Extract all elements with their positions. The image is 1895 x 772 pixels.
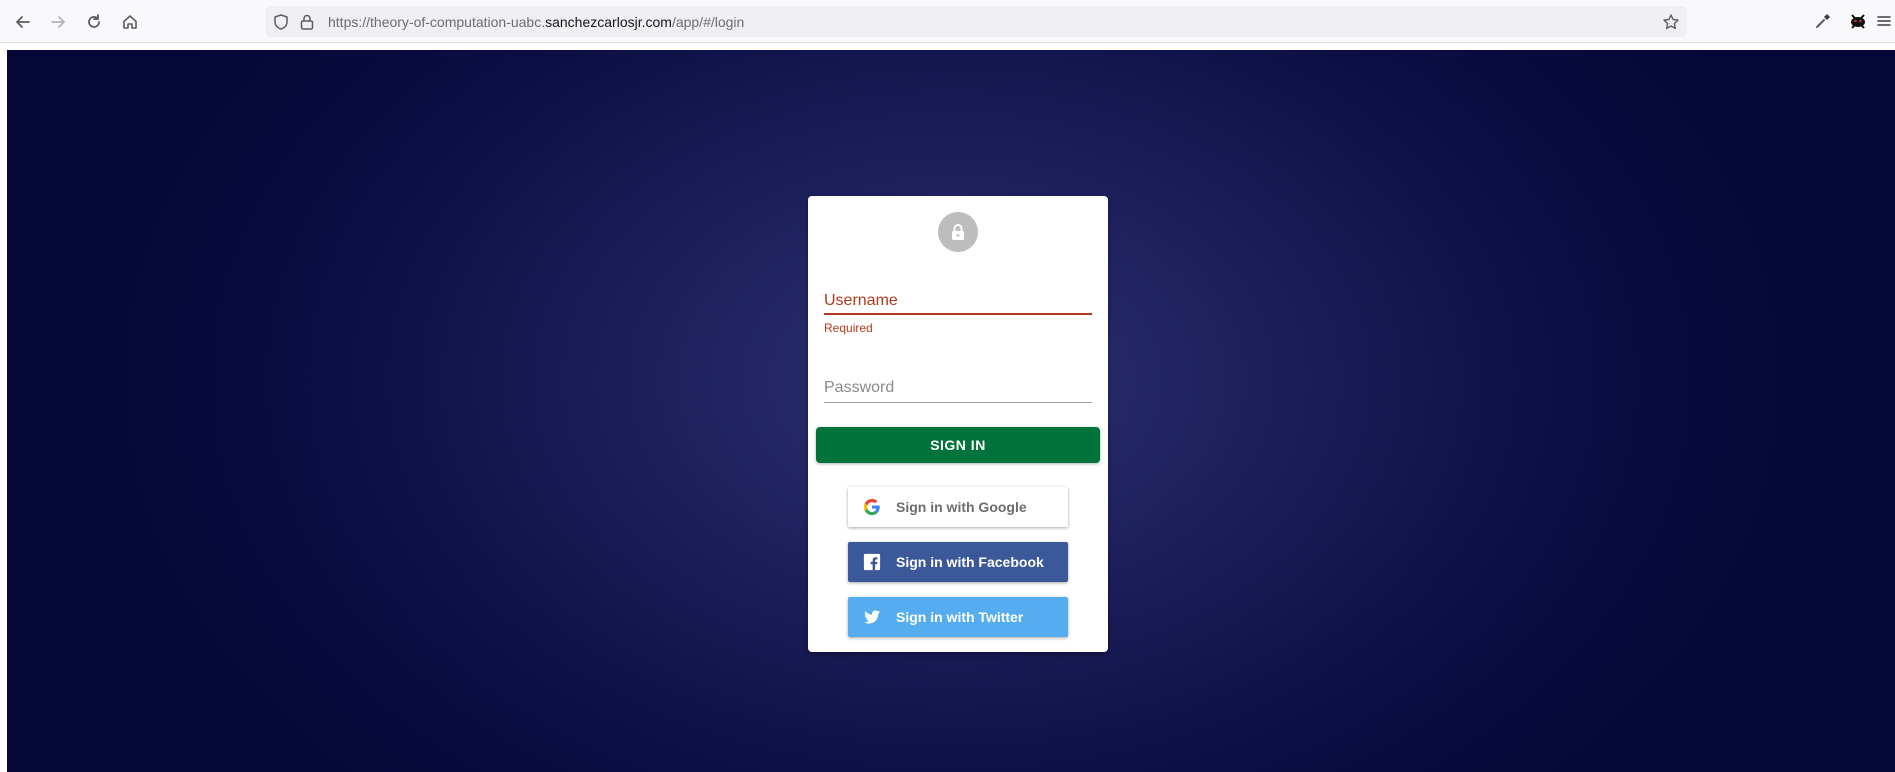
facebook-sign-in-label: Sign in with Facebook xyxy=(896,554,1044,570)
facebook-sign-in-button[interactable]: Sign in with Facebook xyxy=(848,542,1068,582)
lock-icon xyxy=(938,212,978,252)
sign-in-button[interactable]: SIGN IN xyxy=(816,427,1100,463)
url-text[interactable]: https://theory-of-computation-uabc.sanch… xyxy=(328,14,744,30)
forward-arrow-icon[interactable] xyxy=(45,9,71,35)
login-card: Username Required Password SIGN IN Sign … xyxy=(808,196,1108,652)
login-page-background: Username Required Password SIGN IN Sign … xyxy=(7,50,1895,772)
reload-icon[interactable] xyxy=(81,9,107,35)
twitter-sign-in-button[interactable]: Sign in with Twitter xyxy=(848,597,1068,637)
google-sign-in-label: Sign in with Google xyxy=(896,499,1027,515)
menu-icon[interactable] xyxy=(1876,10,1892,32)
extension-icon[interactable] xyxy=(1847,10,1869,32)
star-icon[interactable] xyxy=(1662,13,1680,31)
lock-icon[interactable] xyxy=(298,13,316,31)
back-arrow-icon[interactable] xyxy=(10,9,36,35)
twitter-sign-in-label: Sign in with Twitter xyxy=(896,609,1024,625)
password-underline xyxy=(824,402,1092,403)
google-icon xyxy=(862,497,882,517)
eyedropper-icon[interactable] xyxy=(1812,10,1834,32)
username-input[interactable] xyxy=(824,284,1092,314)
facebook-icon xyxy=(862,552,882,572)
username-error-text: Required xyxy=(824,321,873,335)
password-input[interactable] xyxy=(824,372,1092,402)
url-bar[interactable]: https://theory-of-computation-uabc.sanch… xyxy=(266,6,1687,37)
twitter-icon xyxy=(862,607,882,627)
username-underline xyxy=(824,313,1092,315)
browser-toolbar: https://theory-of-computation-uabc.sanch… xyxy=(0,0,1895,43)
google-sign-in-button[interactable]: Sign in with Google xyxy=(848,487,1068,527)
shield-icon[interactable] xyxy=(272,13,290,31)
home-icon[interactable] xyxy=(117,9,143,35)
